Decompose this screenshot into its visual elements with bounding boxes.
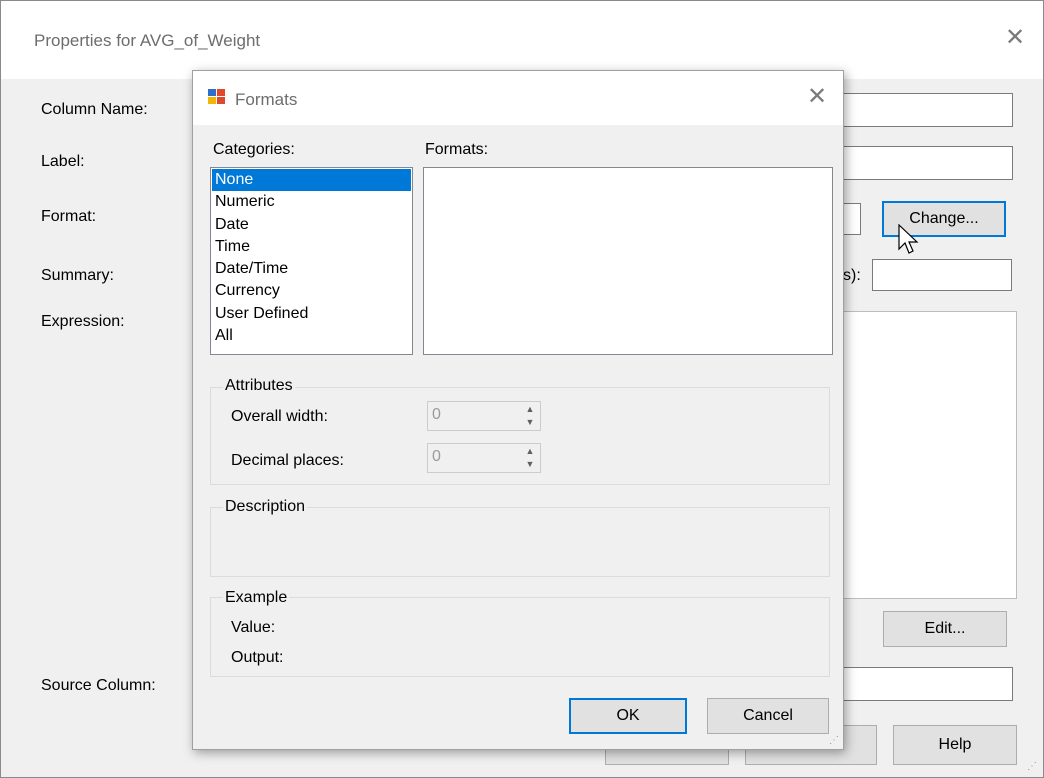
formats-listbox[interactable] xyxy=(423,167,833,355)
description-group xyxy=(210,507,830,577)
spin-down-icon[interactable]: ▼ xyxy=(522,416,538,429)
mouse-pointer-icon xyxy=(898,224,919,254)
overall-width-label: Overall width: xyxy=(231,408,328,425)
summary-suffix-label: s): xyxy=(843,267,861,284)
expression-label: Expression: xyxy=(41,313,125,330)
category-item-all[interactable]: All xyxy=(212,325,411,347)
attributes-group-title: Attributes xyxy=(223,377,295,395)
category-item-time[interactable]: Time xyxy=(212,236,411,258)
resize-grip-icon[interactable]: ⋰ xyxy=(1027,761,1037,772)
edit-button[interactable]: Edit... xyxy=(883,611,1007,647)
spin-up-icon[interactable]: ▲ xyxy=(522,403,538,416)
formats-cancel-button[interactable]: Cancel xyxy=(707,698,829,734)
category-item-date[interactable]: Date xyxy=(212,214,411,236)
formats-title-bar: Formats ✕ xyxy=(193,71,843,125)
summary-label: Summary: xyxy=(41,267,114,284)
expression-area[interactable] xyxy=(821,311,1017,599)
column-name-label: Column Name: xyxy=(41,101,148,118)
decimal-places-spinner[interactable]: 0 ▲ ▼ xyxy=(427,443,541,473)
window-title-bar: Properties for AVG_of_Weight ✕ xyxy=(1,1,1043,79)
column-name-field[interactable] xyxy=(821,93,1013,127)
label-label: Label: xyxy=(41,153,85,170)
spin-up-icon[interactable]: ▲ xyxy=(522,445,538,458)
category-item-user-defined[interactable]: User Defined xyxy=(212,303,411,325)
category-item-none[interactable]: None xyxy=(212,169,411,192)
window-title: Properties for AVG_of_Weight xyxy=(34,31,261,50)
formats-app-icon xyxy=(208,89,225,104)
formats-dialog-title: Formats xyxy=(235,90,298,109)
close-icon[interactable]: ✕ xyxy=(805,85,829,109)
formats-label: Formats: xyxy=(425,141,489,158)
example-value-label: Value: xyxy=(231,619,276,636)
overall-width-spinner[interactable]: 0 ▲ ▼ xyxy=(427,401,541,431)
help-button[interactable]: Help xyxy=(893,725,1017,765)
category-item-currency[interactable]: Currency xyxy=(212,280,411,302)
example-output-label: Output: xyxy=(231,649,284,666)
category-item-datetime[interactable]: Date/Time xyxy=(212,258,411,280)
decimal-places-value: 0 xyxy=(432,448,441,465)
summary-field[interactable] xyxy=(872,259,1012,291)
formats-ok-button[interactable]: OK xyxy=(569,698,687,734)
example-group xyxy=(210,597,830,677)
category-item-numeric[interactable]: Numeric xyxy=(212,191,411,213)
close-icon[interactable]: ✕ xyxy=(1003,26,1027,50)
example-group-title: Example xyxy=(223,589,290,607)
spin-down-icon[interactable]: ▼ xyxy=(522,458,538,471)
decimal-places-label: Decimal places: xyxy=(231,452,344,469)
source-column-label: Source Column: xyxy=(41,677,156,694)
resize-grip-icon[interactable]: ⋰ xyxy=(829,735,839,746)
format-label: Format: xyxy=(41,208,97,225)
source-column-field[interactable] xyxy=(821,667,1013,701)
label-field[interactable] xyxy=(821,146,1013,180)
categories-label: Categories: xyxy=(213,141,295,158)
description-group-title: Description xyxy=(223,498,308,516)
overall-width-value: 0 xyxy=(432,406,441,423)
categories-listbox[interactable]: None Numeric Date Time Date/Time Currenc… xyxy=(210,167,413,355)
formats-dialog: Formats ✕ Categories: Formats: None Nume… xyxy=(192,70,844,750)
